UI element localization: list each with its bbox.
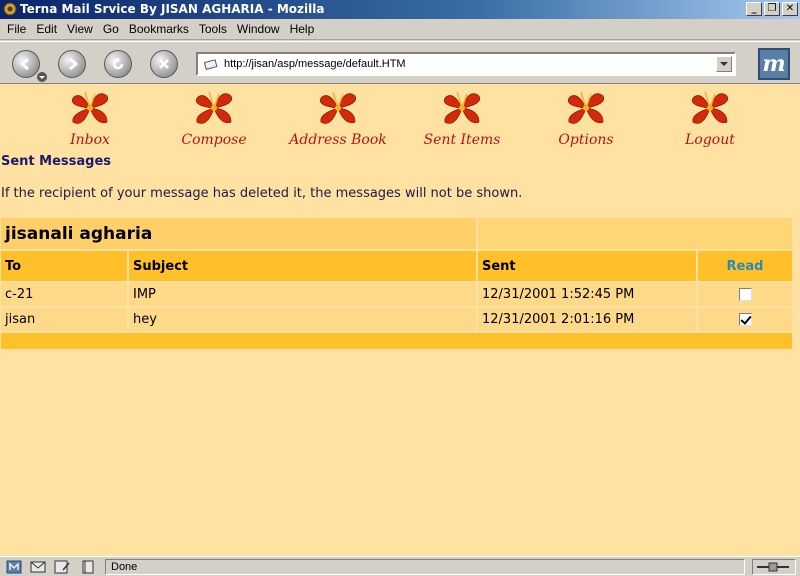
flower-icon [691, 91, 729, 124]
address-text[interactable]: http://jisan/asp/message/default.HTM [224, 58, 406, 70]
flower-icon [195, 91, 233, 124]
nav-options-label: Options [558, 132, 614, 148]
mozilla-logo[interactable]: m [758, 48, 790, 80]
nav-address-book-label: Address Book [289, 132, 387, 148]
mail-nav: Inbox Compose Address Book Sent Items Op… [0, 84, 800, 154]
nav-address-book[interactable]: Address Book [283, 88, 393, 148]
status-text: Done [105, 559, 745, 575]
header-subject: Subject [129, 251, 476, 281]
nav-inbox[interactable]: Inbox [35, 88, 145, 148]
window-titlebar[interactable]: Terna Mail Srvice By JISAN AGHARIA - Moz… [0, 0, 800, 19]
back-dropdown-icon[interactable] [36, 72, 48, 82]
table-row[interactable]: jisan hey 12/31/2001 2:01:16 PM [1, 308, 792, 331]
address-dropdown-button[interactable] [716, 56, 732, 72]
menu-bar: File Edit View Go Bookmarks Tools Window… [0, 19, 800, 40]
reload-button[interactable] [104, 50, 132, 78]
header-sent: Sent [478, 251, 696, 281]
owner-row-filler [478, 218, 792, 249]
back-arrow-icon [19, 57, 29, 71]
window-title: Terna Mail Srvice By JISAN AGHARIA - Moz… [20, 2, 325, 16]
forward-arrow-icon [69, 57, 79, 71]
table-header-row: To Subject Sent Read [1, 251, 792, 281]
read-checkbox[interactable] [738, 288, 752, 301]
navigation-toolbar: http://jisan/asp/message/default.HTM m [0, 41, 800, 84]
cell-subject: IMP [129, 283, 476, 306]
page-icon [204, 59, 218, 70]
reload-icon [112, 57, 124, 70]
security-indicator[interactable] [752, 559, 796, 575]
owner-row: jisanali agharia [1, 218, 792, 249]
address-bar[interactable]: http://jisan/asp/message/default.HTM [196, 52, 736, 76]
mozilla-app-icon [3, 2, 17, 16]
owner-name: jisanali agharia [1, 218, 476, 249]
stop-button[interactable] [150, 50, 178, 78]
nav-logout[interactable]: Logout [655, 88, 765, 148]
cell-read [698, 308, 792, 331]
mail-icon[interactable] [30, 560, 46, 574]
forward-button[interactable] [58, 50, 86, 78]
flower-icon [443, 91, 481, 124]
menu-window[interactable]: Window [232, 22, 285, 36]
stop-x-icon [159, 59, 169, 69]
menu-help[interactable]: Help [285, 22, 320, 36]
mozilla-small-icon[interactable] [6, 560, 22, 574]
nav-sent-items[interactable]: Sent Items [407, 88, 517, 148]
connection-icon [757, 562, 789, 572]
header-read: Read [698, 251, 792, 281]
read-checkbox[interactable] [738, 313, 752, 326]
nav-sent-items-label: Sent Items [423, 132, 501, 148]
cell-to: jisan [1, 308, 127, 331]
cell-sent: 12/31/2001 2:01:16 PM [478, 308, 696, 331]
maximize-button[interactable]: ❐ [764, 2, 780, 16]
nav-compose[interactable]: Compose [159, 88, 269, 148]
menu-file[interactable]: File [2, 22, 31, 36]
nav-logout-label: Logout [685, 132, 735, 148]
menu-go[interactable]: Go [98, 22, 124, 36]
info-message: If the recipient of your message has del… [1, 186, 523, 201]
status-bar: Done [0, 556, 800, 576]
flower-icon [71, 91, 109, 124]
table-footer-bar [1, 333, 792, 349]
nav-options[interactable]: Options [531, 88, 641, 148]
close-window-button[interactable]: ✕ [782, 2, 798, 16]
cell-to: c-21 [1, 283, 127, 306]
minimize-button[interactable]: _ [746, 2, 762, 16]
menu-bookmarks[interactable]: Bookmarks [124, 22, 194, 36]
menu-tools[interactable]: Tools [194, 22, 232, 36]
table-row[interactable]: c-21 IMP 12/31/2001 1:52:45 PM [1, 283, 792, 306]
flower-icon [319, 91, 357, 124]
nav-compose-label: Compose [181, 132, 247, 148]
cell-sent: 12/31/2001 1:52:45 PM [478, 283, 696, 306]
menu-view[interactable]: View [62, 22, 98, 36]
nav-inbox-label: Inbox [70, 132, 110, 148]
cell-subject: hey [129, 308, 476, 331]
cell-read [698, 283, 792, 306]
address-book-icon[interactable] [80, 560, 96, 574]
menu-edit[interactable]: Edit [31, 22, 62, 36]
flower-icon [567, 91, 605, 124]
page-title: Sent Messages [1, 154, 112, 169]
chevron-down-icon [720, 62, 728, 66]
header-to: To [1, 251, 127, 281]
page-content: Inbox Compose Address Book Sent Items Op… [0, 84, 800, 556]
composer-icon[interactable] [54, 560, 70, 574]
